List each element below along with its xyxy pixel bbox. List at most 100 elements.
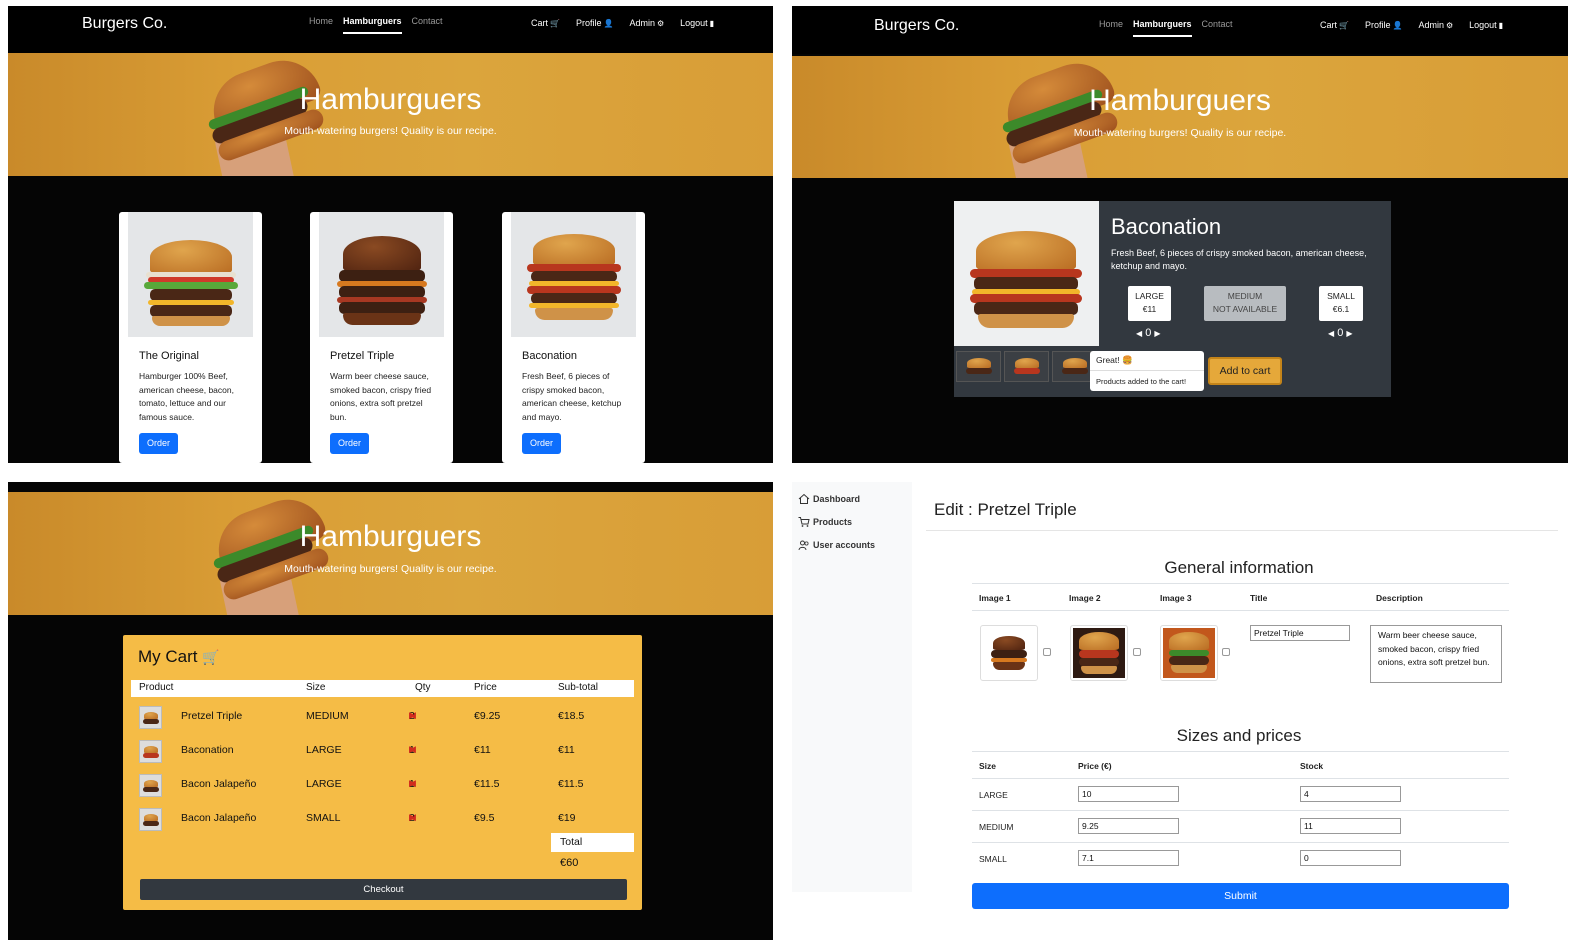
nav-home[interactable]: Home (1099, 19, 1123, 37)
price-input[interactable]: 7.1 (1078, 850, 1179, 866)
price-input[interactable]: 9.25 (1078, 818, 1179, 834)
order-button[interactable]: Order (330, 433, 369, 454)
sidebar-item-label: Products (813, 517, 853, 527)
nav-home[interactable]: Home (309, 16, 333, 34)
cart-item-name: Bacon Jalapeño (181, 812, 257, 824)
order-button[interactable]: Order (139, 433, 178, 454)
thumbnail-image[interactable] (956, 351, 1001, 382)
navbar: Burgers Co. Home Hamburguers Contact Car… (8, 6, 773, 54)
admin-sidebar: Dashboard Products User accounts (792, 482, 912, 892)
qty-stepper-small: ◀ 0 ▶ (1328, 327, 1353, 339)
size-option-large[interactable]: LARGE €11 (1128, 286, 1171, 321)
hero-banner: Hamburguers Mouth-watering burgers! Qual… (792, 56, 1568, 178)
sidebar-item-label: Dashboard (813, 494, 861, 504)
increment-arrow-icon[interactable]: ▶ (409, 812, 416, 823)
hero-burger-image (203, 492, 332, 615)
increment-arrow-icon[interactable]: ▶ (409, 744, 416, 755)
title-input[interactable]: Pretzel Triple (1250, 625, 1350, 641)
brand-logo[interactable]: Burgers Co. (874, 17, 959, 35)
section-title-general: General information (1164, 558, 1314, 577)
decrement-arrow-icon[interactable]: ◀ (1328, 329, 1334, 338)
hero-banner: Hamburguers Mouth-watering burgers! Qual… (8, 492, 773, 615)
nav-profile-label: Profile (575, 18, 602, 28)
toast-title: Great! 🍔 (1096, 355, 1133, 365)
stock-input[interactable]: 0 (1300, 850, 1401, 866)
nav-logout[interactable]: Logout ▮ (680, 18, 714, 28)
section-title-sizes: Sizes and prices (1176, 726, 1302, 745)
total-value: €60 (560, 857, 579, 869)
description-textarea[interactable]: Warm beer cheese sauce, smoked bacon, cr… (1370, 625, 1502, 683)
brand-logo[interactable]: Burgers Co. (82, 15, 167, 33)
nav-cart[interactable]: Cart 🛒 (1320, 20, 1349, 30)
nav-hamburguers[interactable]: Hamburguers (343, 16, 402, 34)
product-image (128, 212, 253, 337)
increment-arrow-icon[interactable]: ▶ (1346, 329, 1352, 338)
image-1-checkbox[interactable] (1043, 648, 1051, 656)
stock-input[interactable]: 11 (1300, 818, 1401, 834)
product-detail-card: Baconation Fresh Beef, 6 pieces of crisp… (954, 201, 1391, 397)
qty-value: 0 (1145, 327, 1152, 339)
nav-cart[interactable]: Cart 🛒 (531, 18, 560, 28)
size-option-small[interactable]: SMALL €6.1 (1319, 286, 1363, 321)
product-title: Baconation (522, 350, 578, 362)
main-nav: Home Hamburguers Contact (309, 16, 443, 34)
price-input[interactable]: 10 (1078, 786, 1179, 802)
add-to-cart-button[interactable]: Add to cart (1208, 357, 1282, 385)
size-price: €11 (1142, 304, 1157, 314)
increment-arrow-icon[interactable]: ▶ (409, 778, 416, 789)
size-price: €6.1 (1332, 304, 1350, 314)
nav-profile[interactable]: Profile 👤 (576, 18, 613, 28)
page-title: Edit : Pretzel Triple (934, 500, 1077, 519)
product-title: Baconation (1111, 214, 1222, 239)
product-main-image (954, 201, 1099, 346)
col-description: Description (1376, 593, 1423, 603)
nav-admin[interactable]: Admin ⚙ (629, 18, 664, 28)
divider (926, 530, 1558, 531)
nav-logout-label: Logout (1469, 20, 1497, 30)
hero-burger-image (992, 56, 1121, 178)
sidebar-item-products[interactable]: Products (798, 516, 852, 528)
order-button[interactable]: Order (522, 433, 561, 454)
cart-item-image (139, 808, 162, 831)
stock-input[interactable]: 4 (1300, 786, 1401, 802)
increment-arrow-icon[interactable]: ▶ (409, 710, 416, 721)
product-image-1[interactable] (980, 625, 1038, 681)
col-size: Size (306, 682, 326, 693)
size-name: MEDIUM (979, 822, 1014, 832)
product-description: Fresh Beef, 6 pieces of crispy smoked ba… (522, 371, 622, 422)
nav-logout[interactable]: Logout ▮ (1469, 20, 1503, 30)
cart-item-subtotal: €11.5 (558, 778, 584, 790)
col-price: Price (€) (1078, 761, 1112, 771)
image-2-checkbox[interactable] (1133, 648, 1141, 656)
thumbnail-image[interactable] (1004, 351, 1049, 382)
nav-contact[interactable]: Contact (1202, 19, 1233, 37)
nav-admin[interactable]: Admin ⚙ (1418, 20, 1453, 30)
nav-profile[interactable]: Profile 👤 (1365, 20, 1402, 30)
submit-button[interactable]: Submit (972, 883, 1509, 909)
cart-row: Pretzel Triple MEDIUM ◀ 2 ▶ €9.25 €18.5 (131, 704, 634, 730)
checkout-button[interactable]: Checkout (140, 879, 627, 900)
col-image-1: Image 1 (979, 593, 1011, 603)
users-icon (798, 540, 809, 551)
nav-contact[interactable]: Contact (412, 16, 443, 34)
cart-item-price: €11 (474, 744, 491, 756)
cart-item-price: €11.5 (474, 778, 500, 790)
total-label: Total (551, 833, 634, 852)
user-nav: Cart 🛒 Profile 👤 Admin ⚙ Logout ▮ (531, 18, 714, 28)
divider (972, 842, 1509, 843)
sidebar-item-user-accounts[interactable]: User accounts (798, 539, 875, 551)
product-image-3[interactable] (1160, 625, 1218, 681)
cart-item-name: Baconation (181, 744, 234, 756)
sidebar-item-dashboard[interactable]: Dashboard (798, 493, 860, 505)
user-icon: 👤 (603, 19, 614, 28)
nav-hamburguers[interactable]: Hamburguers (1133, 19, 1192, 37)
cart-icon: 🛒 (550, 19, 560, 28)
decrement-arrow-icon[interactable]: ◀ (1136, 329, 1142, 338)
increment-arrow-icon[interactable]: ▶ (1154, 329, 1160, 338)
product-image-2[interactable] (1070, 625, 1128, 681)
hero-title: Hamburguers (299, 520, 482, 553)
image-3-checkbox[interactable] (1222, 648, 1230, 656)
qty-stepper-large: ◀ 0 ▶ (1136, 327, 1161, 339)
cart-title-text: My Cart (138, 647, 198, 666)
cart-icon: 🛒 (1339, 21, 1349, 30)
